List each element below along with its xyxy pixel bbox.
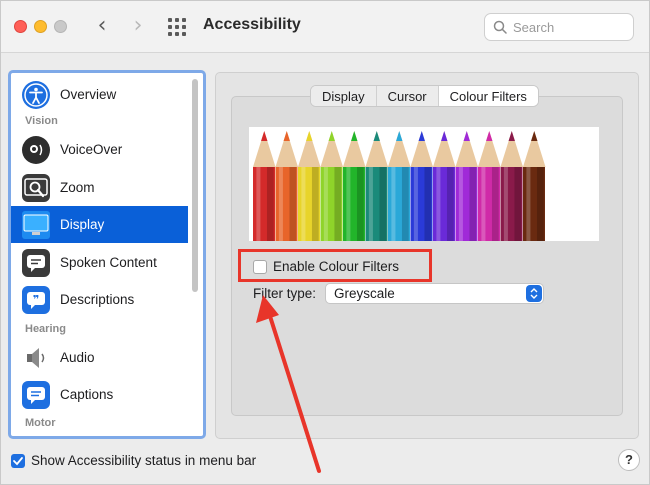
accessibility-window: ‹ › Accessibility Overview Vision Voic bbox=[0, 0, 650, 485]
tab-bar[interactable]: Display Cursor Colour Filters bbox=[310, 85, 539, 107]
annotation-arrow bbox=[256, 295, 321, 473]
show-status-row[interactable]: Show Accessibility status in menu bar bbox=[11, 453, 256, 468]
help-button[interactable]: ? bbox=[618, 449, 640, 471]
show-status-label[interactable]: Show Accessibility status in menu bar bbox=[31, 453, 256, 468]
tab-cursor[interactable]: Cursor bbox=[376, 86, 439, 106]
show-status-checkbox[interactable] bbox=[11, 453, 25, 468]
tab-colour-filters[interactable]: Colour Filters bbox=[438, 86, 538, 106]
tab-display[interactable]: Display bbox=[311, 86, 377, 106]
